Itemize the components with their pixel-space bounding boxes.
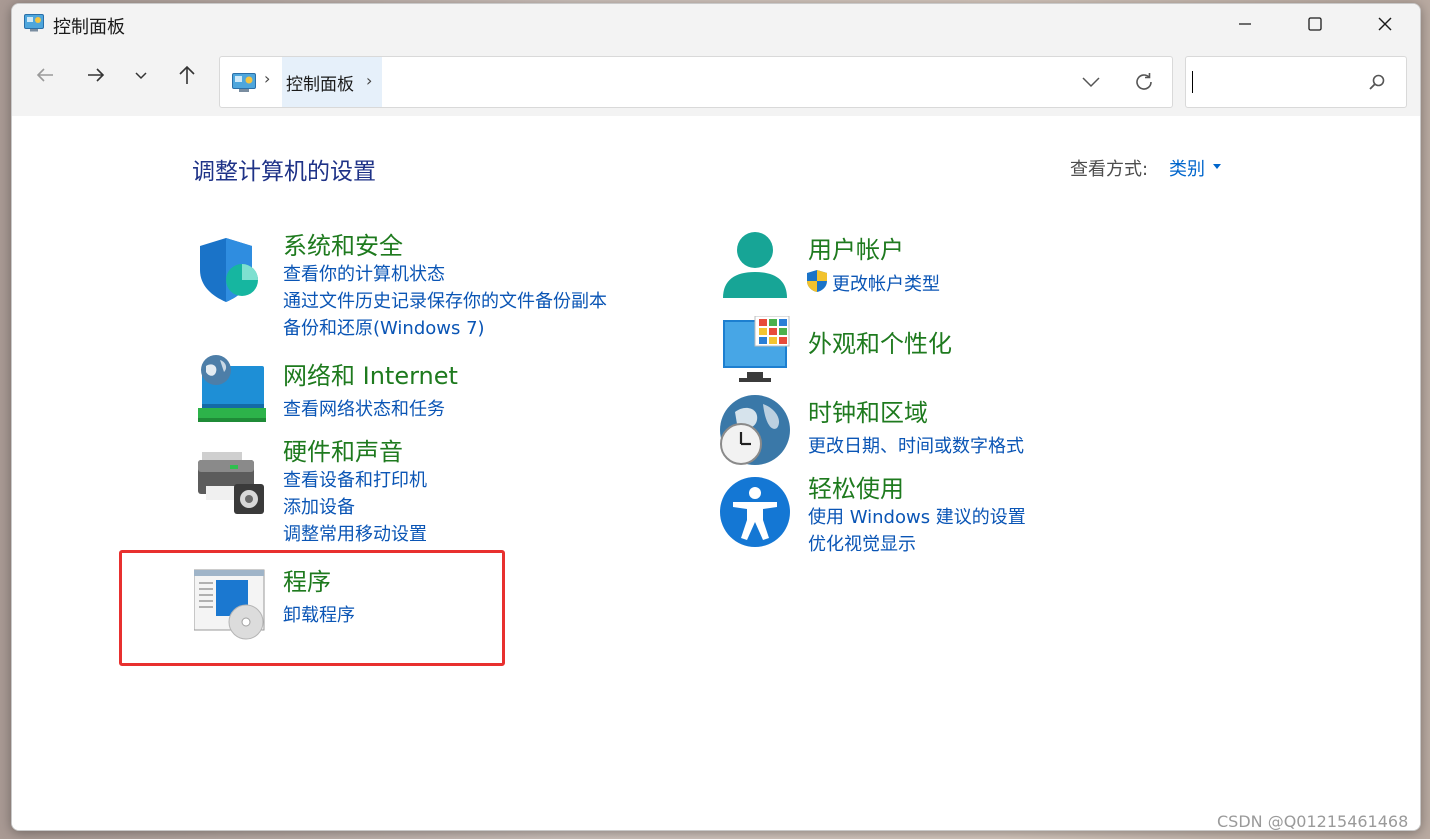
refresh-icon[interactable] (1132, 70, 1156, 94)
monitor-icon[interactable] (719, 316, 791, 388)
maximize-icon (1308, 17, 1322, 31)
link-file-history-backup[interactable]: 通过文件历史记录保存你的文件备份副本 (283, 287, 607, 313)
chevron-down-icon (135, 72, 147, 80)
back-button[interactable] (28, 58, 62, 92)
minimize-icon (1239, 23, 1251, 25)
link-recommended-settings[interactable]: 使用 Windows 建议的设置 (808, 503, 1026, 529)
control-panel-window: 控制面板 › 控制面板 › 调整计算机的设置 查看方式: 类别 系统和安全 查看… (11, 3, 1421, 831)
link-change-account-type[interactable]: 更改帐户类型 (832, 270, 940, 296)
control-panel-icon (24, 14, 44, 32)
window-title: 控制面板 (53, 17, 125, 38)
category-title-clock-region[interactable]: 时钟和区域 (808, 393, 928, 428)
network-icon[interactable] (194, 354, 266, 426)
category-title-hardware-sound[interactable]: 硬件和声音 (283, 432, 403, 467)
link-backup-restore[interactable]: 备份和还原(Windows 7) (283, 314, 485, 340)
globe-clock-icon[interactable] (719, 394, 791, 466)
view-by-label: 查看方式: (1070, 159, 1149, 180)
link-view-computer-status[interactable]: 查看你的计算机状态 (283, 260, 445, 286)
link-mobility-settings[interactable]: 调整常用移动设置 (283, 520, 427, 546)
close-button[interactable] (1350, 4, 1420, 44)
highlight-annotation (119, 550, 505, 666)
maximize-button[interactable] (1280, 4, 1350, 44)
category-title-system-security[interactable]: 系统和安全 (283, 226, 403, 261)
text-cursor (1192, 71, 1193, 93)
category-title-network[interactable]: 网络和 Internet (283, 356, 458, 391)
arrow-left-icon (36, 68, 53, 82)
category-title-appearance[interactable]: 外观和个性化 (808, 324, 952, 359)
page-title: 调整计算机的设置 (192, 159, 376, 185)
chevron-down-icon[interactable] (1080, 71, 1102, 93)
chevron-right-icon: › (264, 69, 271, 88)
close-icon (1378, 17, 1392, 31)
user-icon[interactable] (719, 230, 791, 302)
link-network-status[interactable]: 查看网络状态和任务 (283, 395, 445, 421)
category-title-user-accounts[interactable]: 用户帐户 (808, 230, 904, 265)
view-by-dropdown[interactable]: 类别 (1169, 155, 1205, 181)
link-date-time-format[interactable]: 更改日期、时间或数字格式 (808, 432, 1024, 458)
recent-locations-button[interactable] (124, 58, 158, 92)
link-add-device[interactable]: 添加设备 (283, 493, 355, 519)
arrow-up-icon (179, 65, 195, 84)
shield-icon[interactable] (194, 234, 266, 306)
forward-button[interactable] (79, 58, 113, 92)
search-icon[interactable] (1368, 73, 1386, 91)
search-input[interactable] (1185, 56, 1407, 108)
uac-shield-icon (807, 270, 827, 292)
link-optimize-visual-display[interactable]: 优化视觉显示 (808, 530, 916, 556)
category-title-ease-of-access[interactable]: 轻松使用 (808, 469, 904, 504)
content-area: 调整计算机的设置 查看方式: 类别 系统和安全 查看你的计算机状态 通过文件历史… (12, 116, 1420, 830)
breadcrumb[interactable]: 控制面板 › (282, 57, 382, 107)
control-panel-icon (232, 73, 256, 92)
breadcrumb-item-control-panel[interactable]: 控制面板 (286, 70, 354, 95)
navigation-bar: › 控制面板 › (12, 44, 1420, 116)
watermark: CSDN @Q01215461468 (1217, 812, 1409, 831)
arrow-right-icon (88, 68, 105, 82)
link-devices-printers[interactable]: 查看设备和打印机 (283, 466, 427, 492)
accessibility-icon[interactable] (719, 476, 791, 548)
printer-icon[interactable] (194, 446, 266, 518)
address-bar[interactable]: › 控制面板 › (219, 56, 1173, 108)
minimize-button[interactable] (1210, 4, 1280, 44)
chevron-right-icon[interactable]: › (366, 71, 372, 90)
caret-down-icon[interactable] (1213, 164, 1221, 169)
title-bar: 控制面板 (12, 4, 1420, 44)
up-button[interactable] (170, 58, 204, 92)
